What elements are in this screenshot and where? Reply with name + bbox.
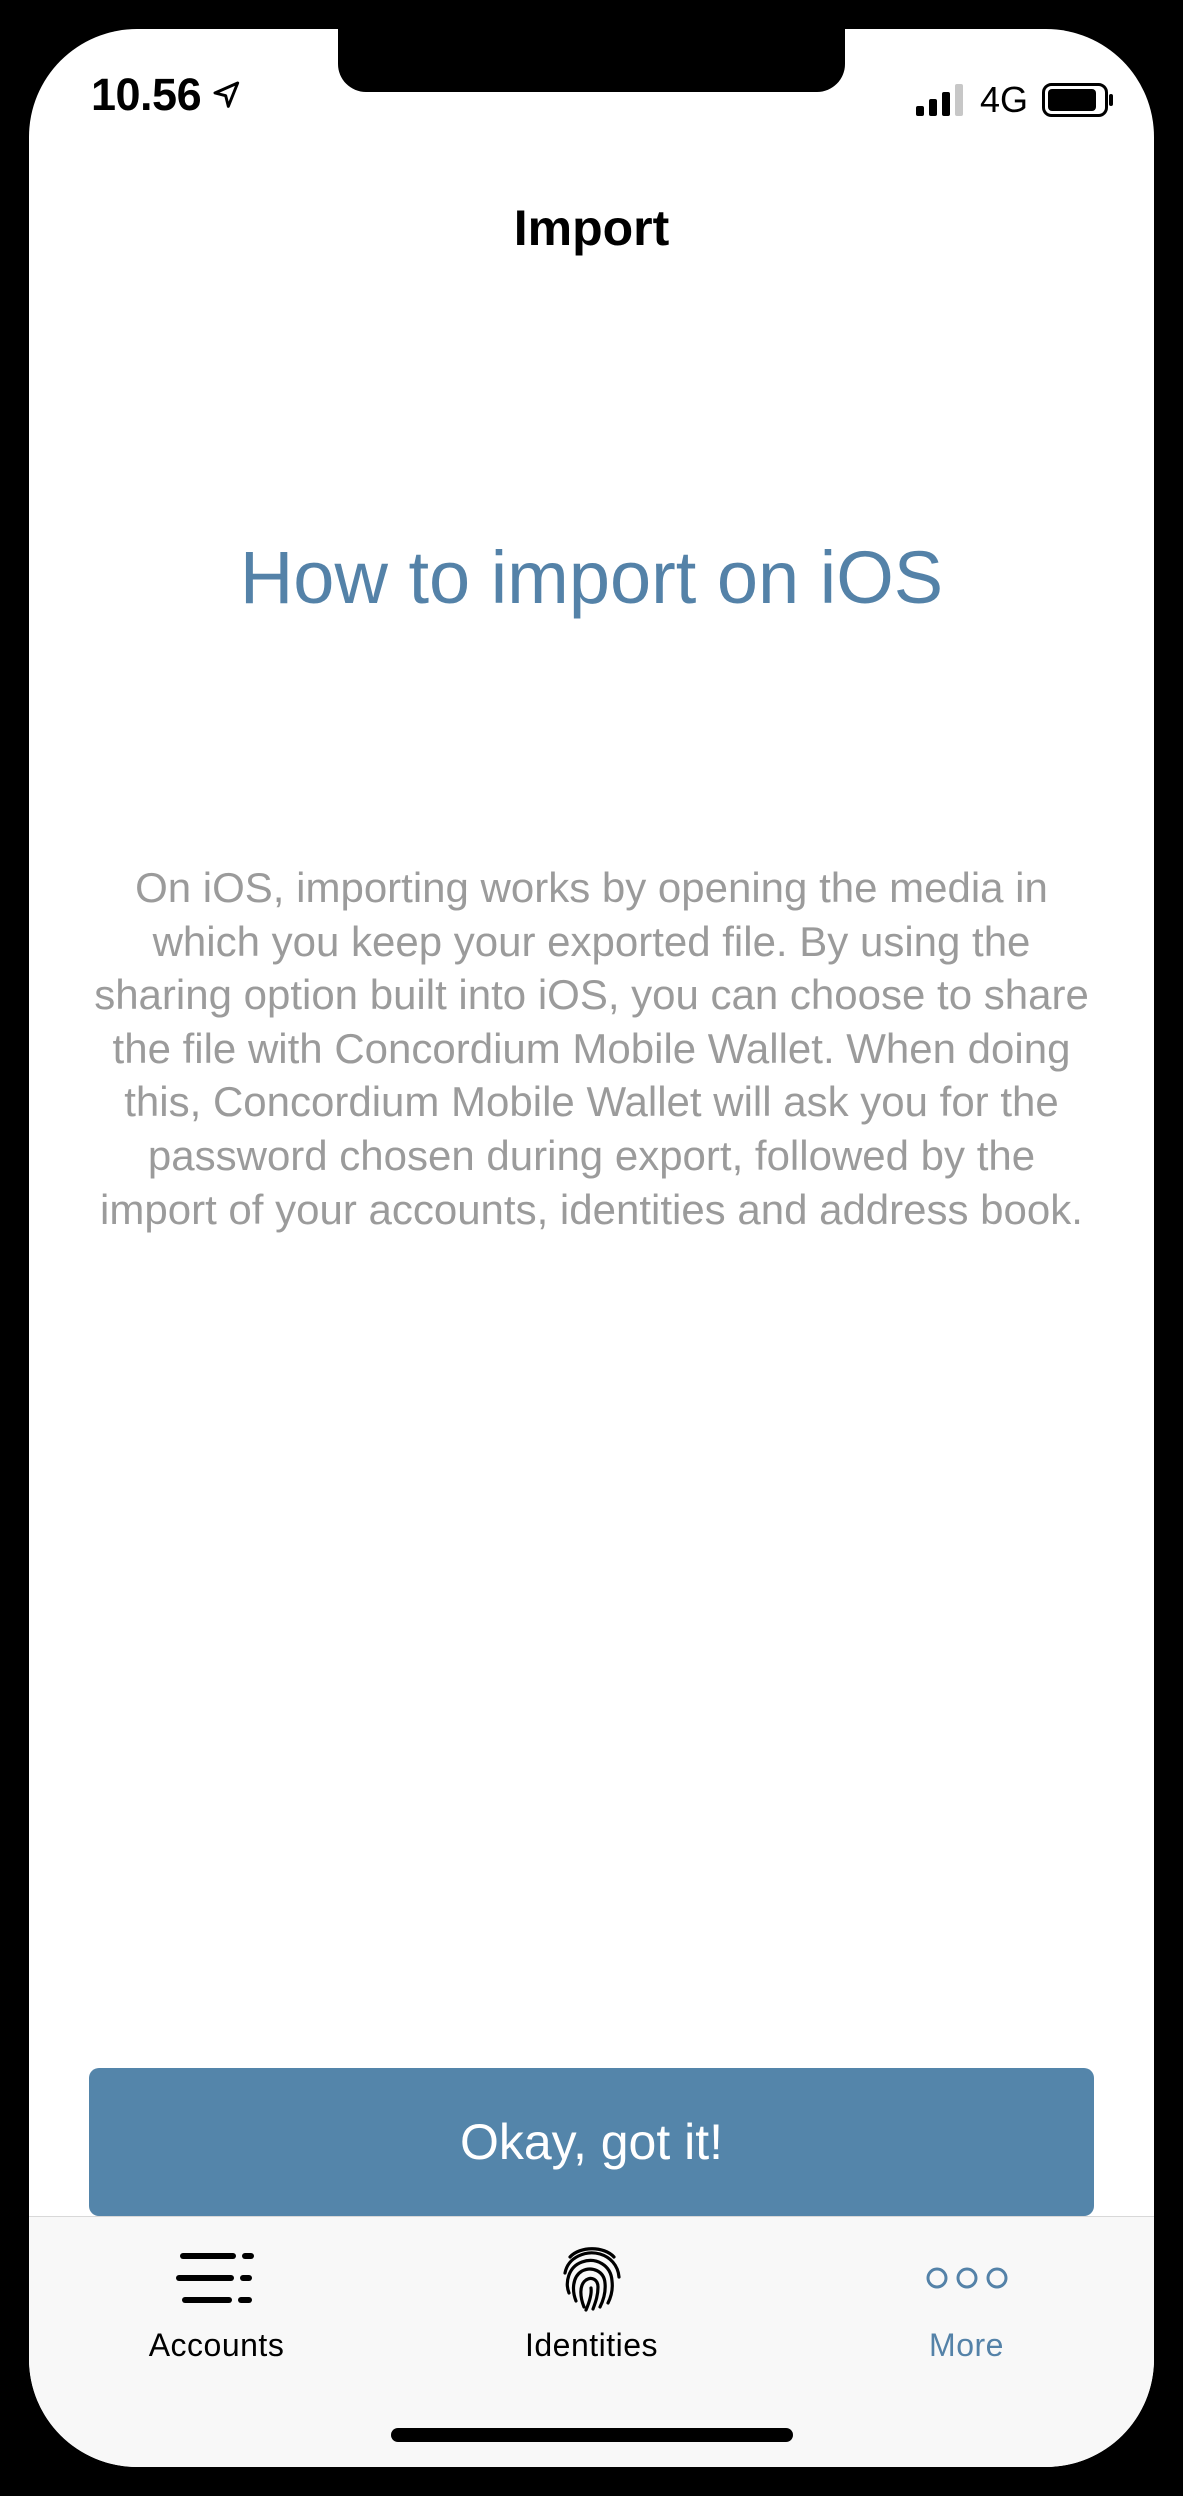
screen: 10.56 4G Import How to import on iOS On … — [29, 29, 1154, 2467]
page-title: Import — [513, 200, 670, 256]
network-type: 4G — [979, 79, 1028, 120]
notch — [338, 29, 845, 92]
okay-got-it-button[interactable]: Okay, got it! — [89, 2068, 1094, 2216]
status-time-text: 10.56 — [91, 69, 202, 120]
tab-identities-label: Identities — [524, 2327, 659, 2363]
cellular-signal-icon — [915, 84, 963, 116]
tab-accounts-label: Accounts — [148, 2327, 285, 2363]
import-heading: How to import on iOS — [239, 536, 944, 619]
tab-bar: Accounts Identities More — [29, 2216, 1154, 2467]
status-bar-right: 4G — [915, 79, 1114, 121]
device-frame: 10.56 4G Import How to import on iOS On … — [0, 0, 1183, 2496]
tab-identities[interactable]: Identities — [404, 2217, 779, 2397]
import-instructions: On iOS, importing works by opening the m… — [94, 864, 1089, 1233]
fingerprint-icon — [562, 2247, 621, 2312]
accounts-list-icon — [175, 2253, 254, 2303]
tab-more-label: More — [929, 2327, 1004, 2363]
battery-icon — [1042, 83, 1113, 117]
tab-accounts[interactable]: Accounts — [29, 2217, 404, 2397]
location-arrow-icon — [213, 81, 240, 108]
home-indicator — [391, 2428, 793, 2442]
more-dots-icon — [926, 2267, 1007, 2289]
tab-more[interactable]: More — [779, 2217, 1154, 2397]
status-bar-time: 10.56 — [91, 69, 243, 121]
